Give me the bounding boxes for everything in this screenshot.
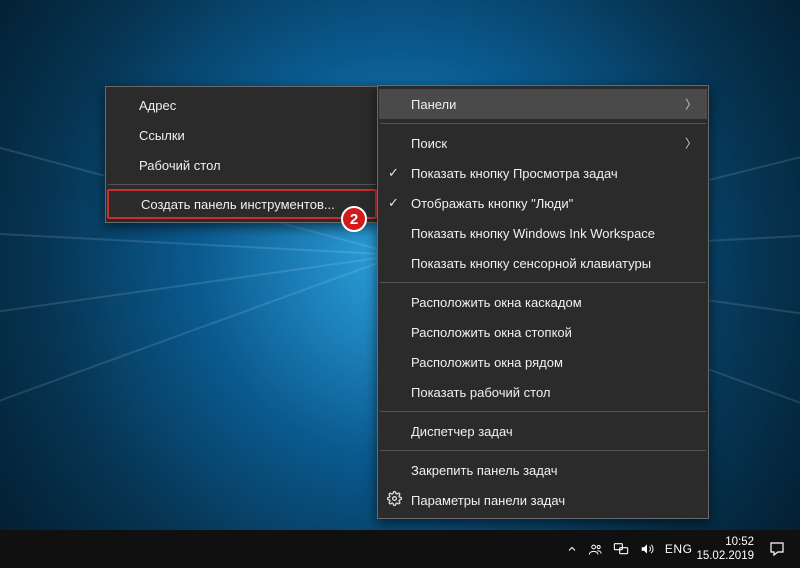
menu-item-show-ink[interactable]: Показать кнопку Windows Ink Workspace: [379, 218, 707, 248]
submenu-divider: [108, 184, 376, 185]
tray-chevron-up-icon[interactable]: [566, 543, 578, 555]
taskbar-context-menu: Панели 〉 Поиск 〉 ✓ Показать кнопку Просм…: [377, 85, 709, 519]
chevron-right-icon: 〉: [685, 135, 697, 152]
menu-item-search[interactable]: Поиск 〉: [379, 128, 707, 158]
submenu-item-new-toolbar[interactable]: Создать панель инструментов...: [107, 189, 377, 219]
menu-item-stack-windows[interactable]: Расположить окна стопкой: [379, 317, 707, 347]
submenu-item-label: Адрес: [139, 98, 176, 113]
gear-icon: [387, 491, 402, 509]
menu-item-label: Закрепить панель задач: [411, 463, 558, 478]
submenu-item-address[interactable]: Адрес: [107, 90, 377, 120]
submenu-item-label: Создать панель инструментов...: [141, 197, 335, 212]
taskbar[interactable]: ENG 10:52 15.02.2019: [0, 530, 800, 568]
toolbars-submenu: Адрес Ссылки Рабочий стол Создать панель…: [105, 86, 379, 223]
chevron-right-icon: 〉: [685, 96, 697, 113]
menu-item-show-desktop[interactable]: Показать рабочий стол: [379, 377, 707, 407]
menu-item-label: Показать кнопку сенсорной клавиатуры: [411, 256, 651, 271]
checkmark-icon: ✓: [388, 165, 399, 181]
menu-item-label: Панели: [411, 97, 456, 112]
submenu-item-label: Ссылки: [139, 128, 185, 143]
action-center-button[interactable]: [760, 530, 794, 568]
menu-item-label: Отображать кнопку "Люди": [411, 196, 573, 211]
menu-item-cascade-windows[interactable]: Расположить окна каскадом: [379, 287, 707, 317]
menu-item-label: Расположить окна стопкой: [411, 325, 572, 340]
menu-item-show-touch-keyboard[interactable]: Показать кнопку сенсорной клавиатуры: [379, 248, 707, 278]
submenu-item-label: Рабочий стол: [139, 158, 221, 173]
tray-people-icon[interactable]: [588, 542, 603, 557]
menu-item-side-by-side[interactable]: Расположить окна рядом: [379, 347, 707, 377]
tray-network-icon[interactable]: [613, 542, 629, 556]
taskbar-date: 15.02.2019: [696, 549, 754, 563]
menu-item-show-people[interactable]: ✓ Отображать кнопку "Люди": [379, 188, 707, 218]
menu-item-label: Диспетчер задач: [411, 424, 513, 439]
submenu-item-desktop[interactable]: Рабочий стол: [107, 150, 377, 180]
menu-item-label: Показать кнопку Просмотра задач: [411, 166, 618, 181]
menu-item-label: Показать кнопку Windows Ink Workspace: [411, 226, 655, 241]
system-tray: [566, 542, 655, 557]
menu-item-taskbar-settings[interactable]: Параметры панели задач: [379, 485, 707, 515]
menu-item-label: Параметры панели задач: [411, 493, 565, 508]
menu-item-lock-taskbar[interactable]: Закрепить панель задач: [379, 455, 707, 485]
checkmark-icon: ✓: [388, 195, 399, 211]
menu-item-task-manager[interactable]: Диспетчер задач: [379, 416, 707, 446]
annotation-badge-label: 2: [350, 211, 358, 228]
submenu-item-links[interactable]: Ссылки: [107, 120, 377, 150]
taskbar-clock[interactable]: 10:52 15.02.2019: [696, 535, 754, 563]
annotation-badge-2: 2: [341, 206, 367, 232]
tray-language-indicator[interactable]: ENG: [665, 542, 693, 556]
menu-item-label: Показать рабочий стол: [411, 385, 550, 400]
menu-divider: [380, 282, 706, 283]
menu-divider: [380, 123, 706, 124]
taskbar-time: 10:52: [696, 535, 754, 549]
menu-item-toolbars[interactable]: Панели 〉: [379, 89, 707, 119]
menu-item-show-taskview[interactable]: ✓ Показать кнопку Просмотра задач: [379, 158, 707, 188]
menu-item-label: Расположить окна каскадом: [411, 295, 582, 310]
menu-divider: [380, 450, 706, 451]
menu-item-label: Поиск: [411, 136, 447, 151]
menu-item-label: Расположить окна рядом: [411, 355, 563, 370]
menu-divider: [380, 411, 706, 412]
action-center-icon: [768, 540, 786, 558]
tray-volume-icon[interactable]: [639, 542, 655, 556]
